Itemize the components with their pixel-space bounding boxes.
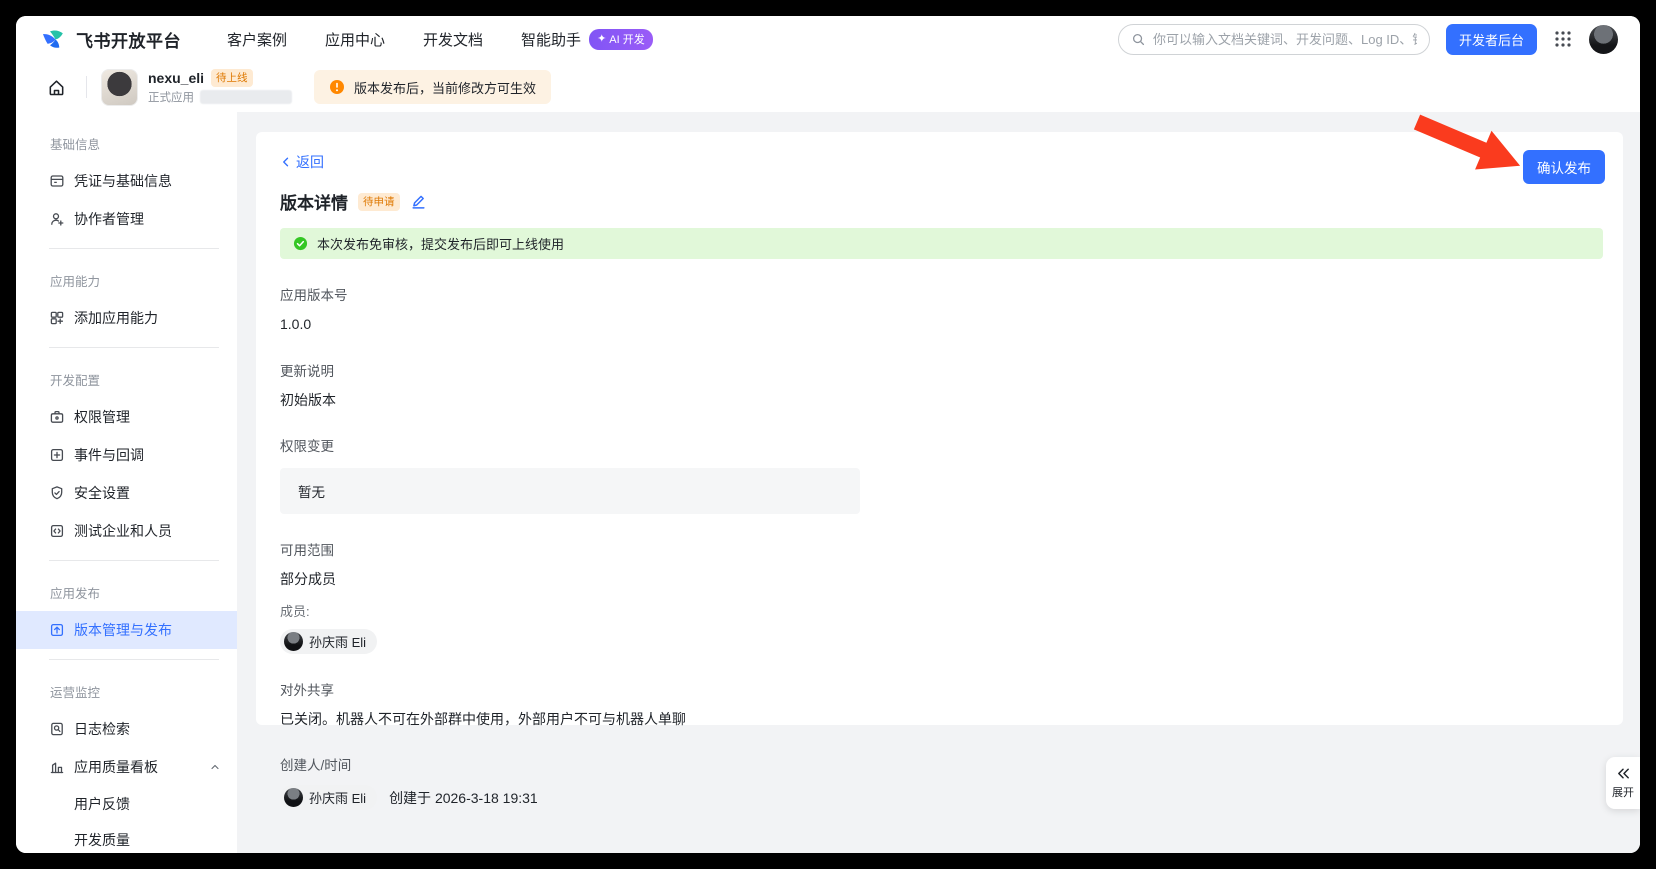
top-navigation: 飞书开放平台 客户案例 应用中心 开发文档 智能助手 ✦AI 开发 开发者后台 [16,16,1640,62]
search-icon [1131,32,1146,47]
nav-menu: 客户案例 应用中心 开发文档 智能助手 ✦AI 开发 [227,29,653,50]
sidebar-item-events-callbacks[interactable]: 事件与回调 [16,436,237,474]
global-search[interactable] [1118,24,1430,55]
sidebar-item-quality-dashboard[interactable]: 应用质量看板 [16,748,237,786]
success-banner: 本次发布免审核，提交发布后即可上线使用 [280,228,1603,259]
warning-icon [329,79,345,95]
home-button[interactable] [40,71,72,103]
person-add-icon [49,211,65,227]
sidebar-section-app-release: 应用发布 [16,571,237,611]
search-input[interactable] [1153,32,1417,47]
id-card-icon [49,173,65,189]
warning-text: 版本发布后，当前修改方可生效 [354,78,536,97]
sidebar-item-version-management[interactable]: 版本管理与发布 [16,611,237,649]
expand-label: 展开 [1612,784,1634,800]
chevron-up-icon[interactable] [209,761,221,773]
feishu-logo-icon [40,26,67,53]
creator-avatar [284,788,303,807]
member-chip: 孙庆雨 Eli [280,629,377,654]
success-banner-text: 本次发布免审核，提交发布后即可上线使用 [317,234,564,253]
sidebar-item-credentials[interactable]: 凭证与基础信息 [16,162,237,200]
expand-panel-button[interactable]: 展开 [1606,757,1640,809]
app-type-label: 正式应用 [148,89,194,105]
confirm-publish-button[interactable]: 确认发布 [1523,150,1605,184]
dashboard-chart-icon [49,759,65,775]
developer-console-button[interactable]: 开发者后台 [1446,24,1537,55]
back-link[interactable]: 返回 [280,152,324,172]
created-time: 创建于 2026-3-18 19:31 [389,788,538,808]
app-status-badge: 待上线 [211,69,253,87]
check-circle-icon [293,236,308,251]
user-avatar[interactable] [1589,25,1618,54]
publish-icon [49,622,65,638]
sidebar-section-basic-info: 基础信息 [16,122,237,162]
member-avatar [284,632,303,651]
sidebar: 基础信息 凭证与基础信息 协作者管理 应用能力 添加应用能力 [16,112,237,853]
redacted-app-id [200,90,292,104]
field-external-sharing: 对外共享 已关闭。机器人不可在外部群中使用，外部用户不可与机器人单聊 [280,679,1603,730]
creator-chip: 孙庆雨 Eli [280,785,377,810]
edit-icon[interactable] [410,193,427,210]
app-name: nexu_eli [148,70,204,86]
chevron-left-icon [280,156,292,168]
divider [49,659,219,660]
version-detail-card: 确认发布 返回 版本详情 待申请 [256,132,1623,725]
sidebar-subitem-dev-quality[interactable]: 开发质量 [16,822,237,853]
field-update-notes: 更新说明 初始版本 [280,360,1603,411]
code-icon [49,523,65,539]
divider [86,76,87,98]
ai-dev-badge: ✦AI 开发 [589,29,653,50]
divider [49,248,219,249]
brand-title: 飞书开放平台 [76,27,181,52]
nav-item-ai-assistant[interactable]: 智能助手 ✦AI 开发 [521,29,653,50]
double-chevron-left-icon [1615,766,1632,781]
pending-application-badge: 待申请 [358,193,400,211]
briefcase-icon [49,409,65,425]
sidebar-subitem-user-feedback[interactable]: 用户反馈 [16,786,237,822]
sidebar-section-app-capability: 应用能力 [16,259,237,299]
nav-item-app-center[interactable]: 应用中心 [325,29,385,50]
brand[interactable]: 飞书开放平台 [40,26,181,53]
field-permission-changes: 权限变更 暂无 [280,435,1603,514]
sidebar-item-security-settings[interactable]: 安全设置 [16,474,237,512]
divider [49,347,219,348]
home-icon [47,78,66,97]
field-creator-time: 创建人/时间 孙庆雨 Eli 创建于 2026-3-18 19:31 [280,754,1603,810]
sidebar-item-add-capability[interactable]: 添加应用能力 [16,299,237,337]
main-area: 确认发布 返回 版本详情 待申请 [237,112,1640,853]
shield-check-icon [49,485,65,501]
app-window: 飞书开放平台 客户案例 应用中心 开发文档 智能助手 ✦AI 开发 开发者后台 [16,16,1640,853]
warning-banner: 版本发布后，当前修改方可生效 [314,70,551,104]
square-plus-icon [49,447,65,463]
sidebar-item-collaborators[interactable]: 协作者管理 [16,200,237,238]
sidebar-item-log-search[interactable]: 日志检索 [16,710,237,748]
nav-item-customer-cases[interactable]: 客户案例 [227,29,287,50]
permission-changes-box: 暂无 [280,468,860,514]
sidebar-item-test-org-users[interactable]: 测试企业和人员 [16,512,237,550]
sidebar-section-dev-config: 开发配置 [16,358,237,398]
log-search-icon [49,721,65,737]
grid-plus-icon [49,310,65,326]
sidebar-section-ops-monitoring: 运营监控 [16,670,237,710]
members-label: 成员: [280,601,1603,620]
sparkle-icon: ✦ [597,32,606,45]
divider [49,560,219,561]
field-availability: 可用范围 部分成员 成员: 孙庆雨 Eli [280,539,1603,654]
app-header: nexu_eli 待上线 正式应用 版本发布后，当前修改方可生效 [16,62,1640,112]
field-version-number: 应用版本号 1.0.0 [280,284,1603,335]
app-grid-icon[interactable] [1553,29,1573,49]
app-avatar [101,69,138,106]
nav-item-dev-docs[interactable]: 开发文档 [423,29,483,50]
page-title: 版本详情 [280,189,348,214]
sidebar-item-permissions[interactable]: 权限管理 [16,398,237,436]
